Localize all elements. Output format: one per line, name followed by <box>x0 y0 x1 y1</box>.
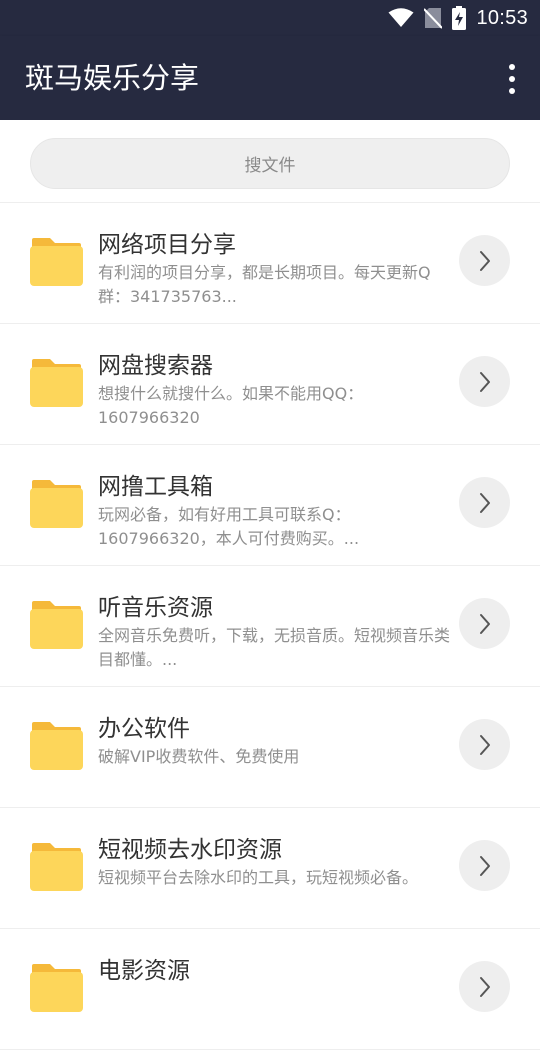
chevron-right-icon[interactable] <box>459 840 510 891</box>
item-title: 电影资源 <box>98 958 190 984</box>
folder-icon <box>30 843 83 891</box>
folder-icon <box>30 480 83 528</box>
list-item[interactable]: 办公软件 破解VIP收费软件、免费使用 <box>0 687 540 808</box>
battery-charging-icon <box>452 6 467 30</box>
item-description: 短视频平台去除水印的工具，玩短视频必备。 <box>98 868 419 887</box>
status-time: 10:53 <box>476 6 528 29</box>
more-vert-icon[interactable] <box>504 64 520 94</box>
chevron-right-icon[interactable] <box>459 477 510 528</box>
item-title: 听音乐资源 <box>98 595 213 621</box>
chevron-right-icon[interactable] <box>459 598 510 649</box>
chevron-right-icon[interactable] <box>459 961 510 1012</box>
item-description: 破解VIP收费软件、免费使用 <box>98 747 300 766</box>
app-title: 斑马娱乐分享 <box>25 61 200 95</box>
item-description: 玩网必备，如有好用工具可联系Q：1607966320，本人可付费购买。... <box>98 505 360 548</box>
folder-icon <box>30 964 83 1012</box>
folder-icon <box>30 359 83 407</box>
chevron-glyph <box>479 613 490 634</box>
folder-icon <box>30 601 83 649</box>
chevron-glyph <box>479 734 490 755</box>
list-item[interactable]: 网络项目分享 有利润的项目分享，都是长期项目。每天更新Q群：341735763.… <box>0 203 540 324</box>
item-title: 网撸工具箱 <box>98 474 213 500</box>
list-item[interactable]: 短视频去水印资源 短视频平台去除水印的工具，玩短视频必备。 <box>0 808 540 929</box>
chevron-glyph <box>479 492 490 513</box>
item-description: 想搜什么就搜什么。如果不能用QQ：1607966320 <box>98 384 364 427</box>
chevron-glyph <box>479 976 490 997</box>
chevron-right-icon[interactable] <box>459 719 510 770</box>
status-icons: 10:53 <box>388 0 528 36</box>
menu-dot <box>509 88 515 94</box>
chevron-glyph <box>479 250 490 271</box>
item-description: 有利润的项目分享，都是长期项目。每天更新Q群：341735763... <box>98 263 431 306</box>
item-title: 网盘搜索器 <box>98 353 213 379</box>
list-item[interactable]: 网撸工具箱 玩网必备，如有好用工具可联系Q：1607966320，本人可付费购买… <box>0 445 540 566</box>
list-item[interactable]: 听音乐资源 全网音乐免费听，下载，无损音质。短视频音乐类目都懂。... <box>0 566 540 687</box>
list-item[interactable]: 电影资源 <box>0 929 540 1050</box>
item-title: 短视频去水印资源 <box>98 837 282 863</box>
file-list: 网络项目分享 有利润的项目分享，都是长期项目。每天更新Q群：341735763.… <box>0 203 540 1050</box>
search-input[interactable]: 搜文件 <box>30 138 510 189</box>
app-bar: 斑马娱乐分享 <box>0 36 540 120</box>
item-title: 办公软件 <box>98 716 190 742</box>
folder-icon <box>30 238 83 286</box>
wifi-icon <box>388 8 414 27</box>
item-description: 全网音乐免费听，下载，无损音质。短视频音乐类目都懂。... <box>98 626 451 669</box>
chevron-glyph <box>479 371 490 392</box>
chevron-right-icon[interactable] <box>459 235 510 286</box>
status-bar: 10:53 <box>0 0 540 36</box>
chevron-glyph <box>479 855 490 876</box>
menu-dot <box>509 64 515 70</box>
list-item[interactable]: 网盘搜索器 想搜什么就搜什么。如果不能用QQ：1607966320 <box>0 324 540 445</box>
no-sim-icon <box>424 8 443 29</box>
chevron-right-icon[interactable] <box>459 356 510 407</box>
folder-icon <box>30 722 83 770</box>
search-area: 搜文件 <box>0 120 540 203</box>
item-title: 网络项目分享 <box>98 232 236 258</box>
menu-dot <box>509 76 515 82</box>
